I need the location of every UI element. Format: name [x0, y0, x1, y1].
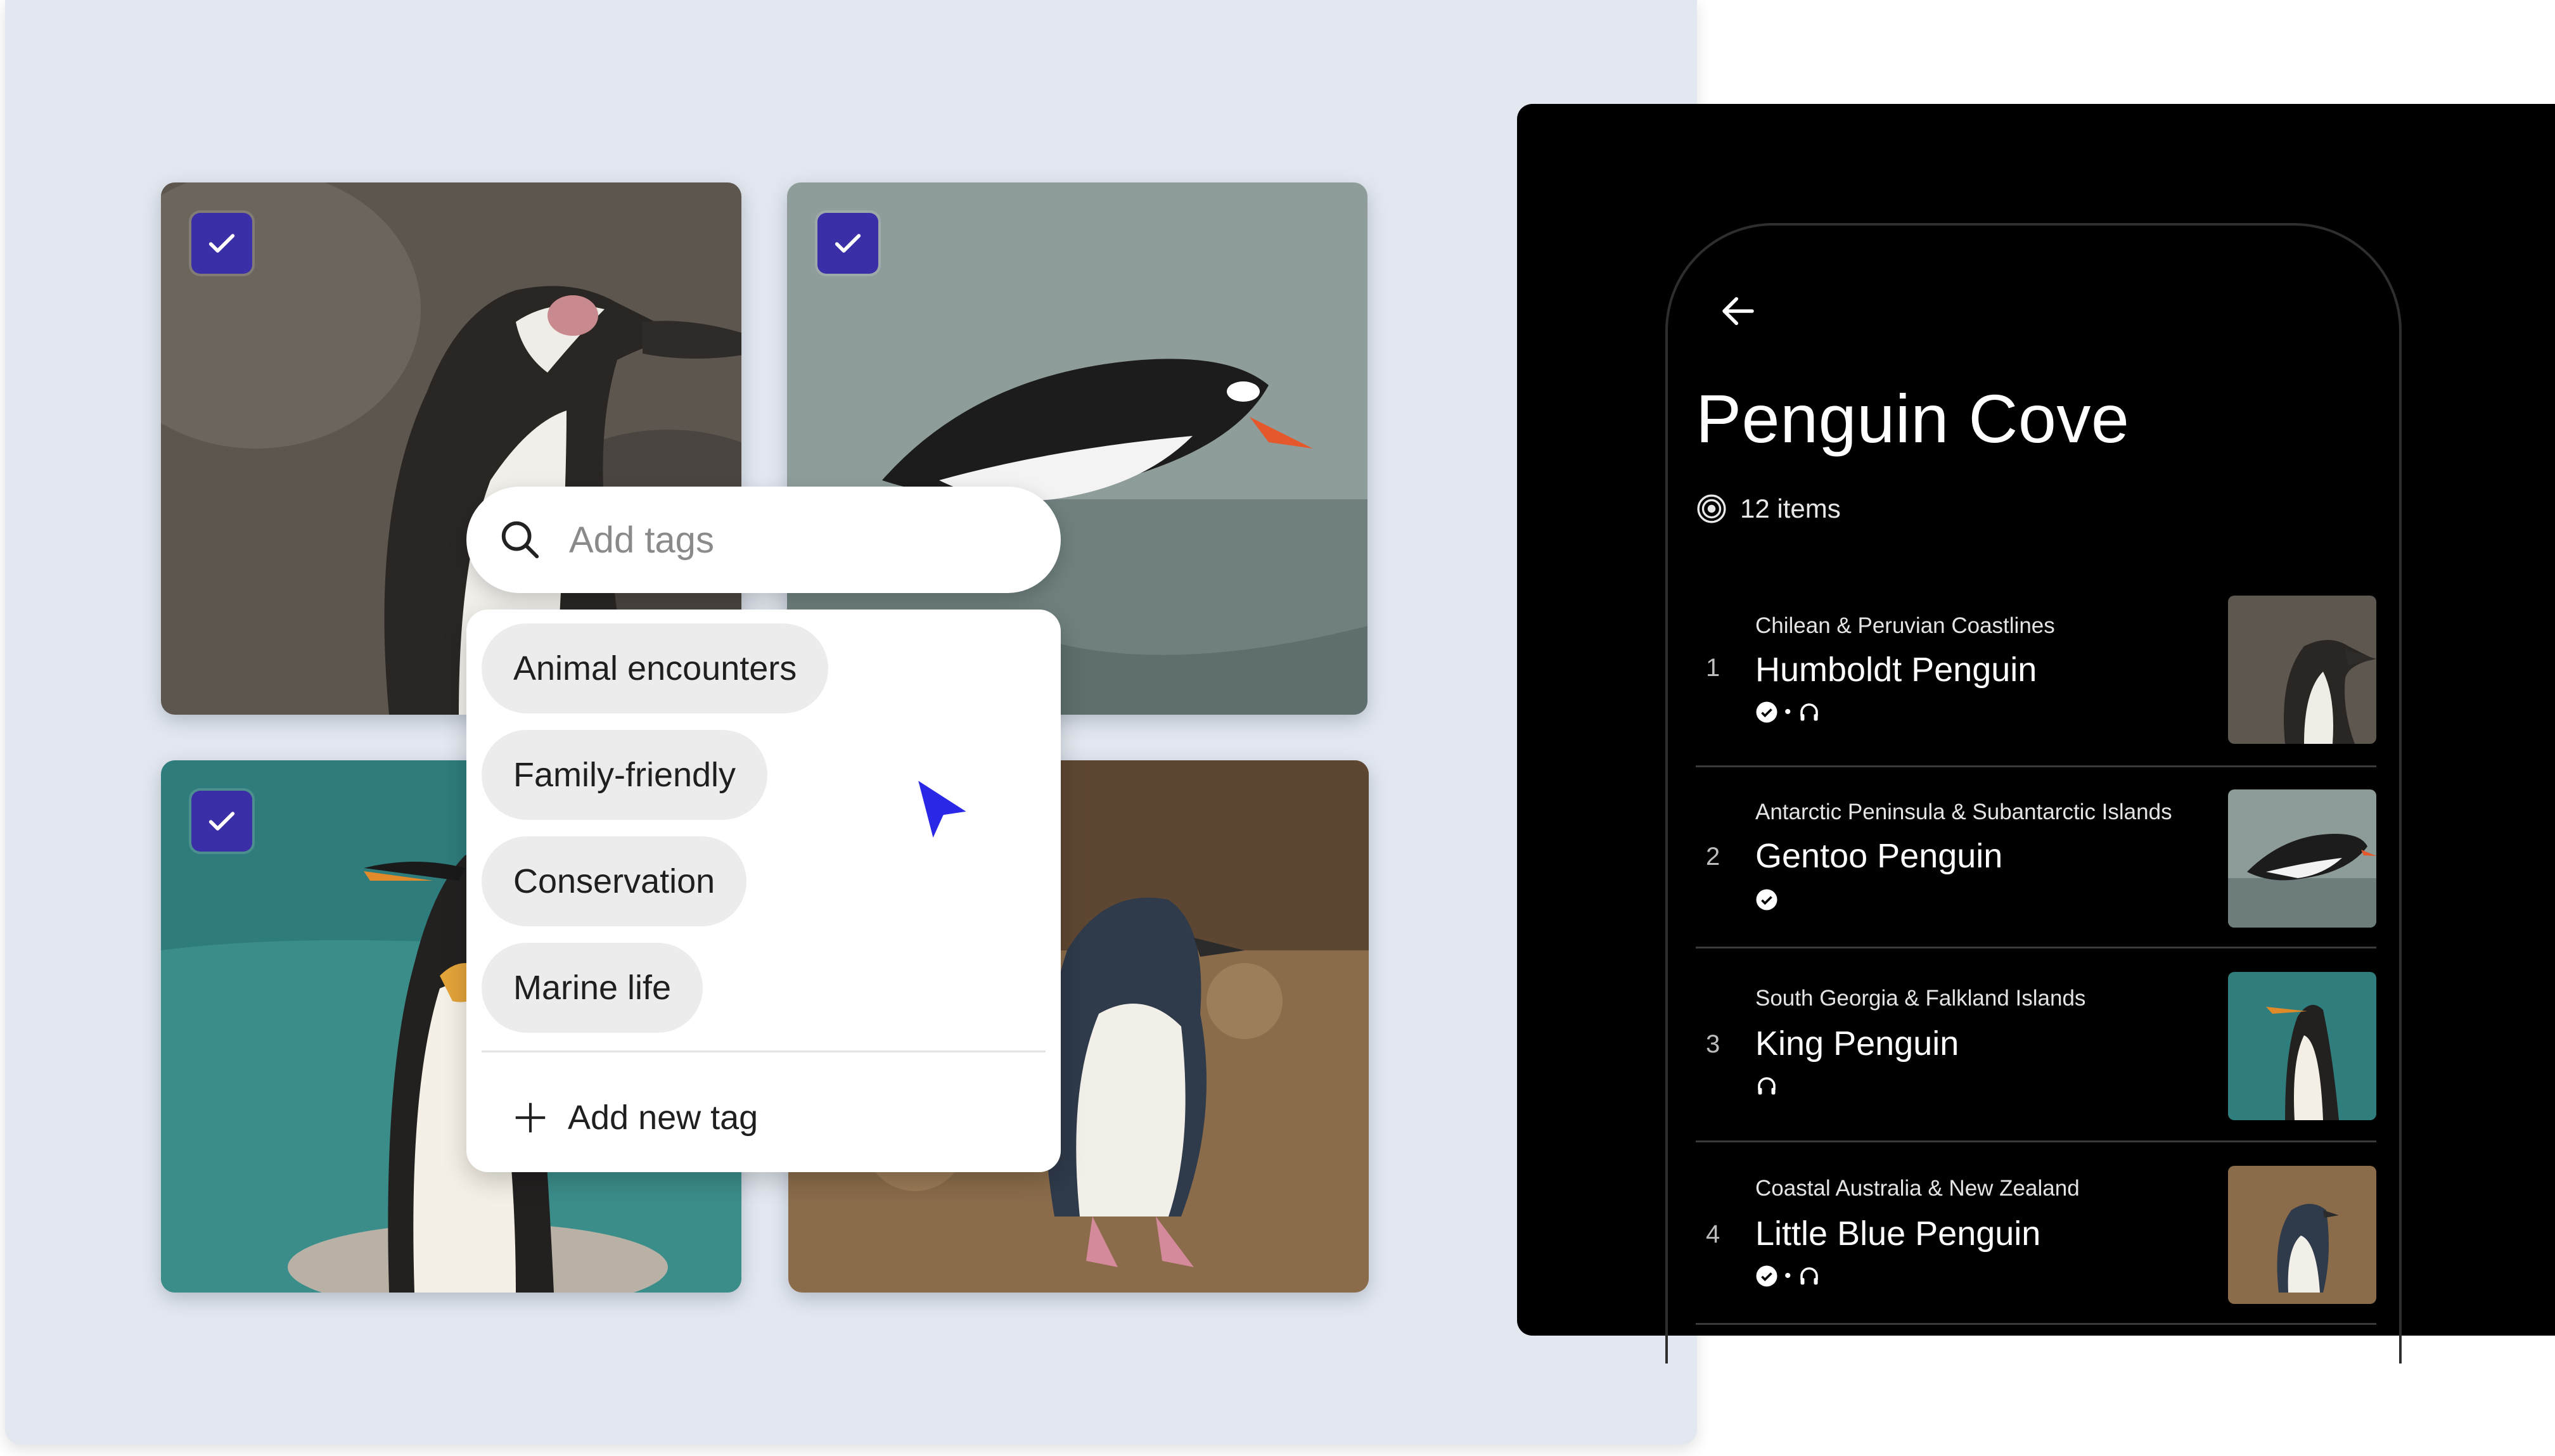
add-new-tag-label: Add new tag — [568, 1099, 759, 1137]
item-thumbnail — [2228, 1166, 2376, 1304]
photo-select-checkbox-2[interactable] — [817, 213, 878, 274]
item-number: 4 — [1706, 1220, 1720, 1248]
check-icon — [208, 812, 235, 831]
item-number: 3 — [1706, 1030, 1720, 1058]
headphones-icon — [1800, 1267, 1818, 1285]
photo-select-checkbox-1[interactable] — [191, 213, 252, 274]
list-item[interactable]: 1 Chilean & Peruvian Coastlines Humboldt… — [1696, 596, 2376, 767]
item-region: Antarctic Peninsula & Subantarctic Islan… — [1755, 800, 2172, 824]
item-region: Chilean & Peruvian Coastlines — [1755, 613, 2055, 638]
item-name: Humboldt Penguin — [1755, 651, 2037, 689]
item-number: 2 — [1706, 843, 1720, 871]
tag-chip-animal-encounters[interactable]: Animal encounters — [482, 623, 829, 713]
item-thumbnail — [2228, 972, 2376, 1120]
add-new-tag-button[interactable]: Add new tag — [511, 1092, 758, 1143]
photo-select-checkbox-3[interactable] — [191, 791, 252, 852]
list-item[interactable]: 2 Antarctic Peninsula & Subantarctic Isl… — [1696, 789, 2376, 948]
tag-chip-conservation[interactable]: Conservation — [482, 836, 747, 926]
collection-title: Penguin Cove — [1696, 380, 2130, 457]
collection-meta: 12 items — [1696, 493, 1841, 525]
dot-separator: • — [1784, 701, 1791, 722]
verified-icon — [1756, 701, 1777, 723]
check-icon — [835, 234, 861, 253]
item-thumbnail — [2228, 789, 2376, 928]
item-name: King Penguin — [1755, 1025, 1959, 1063]
dropdown-divider — [482, 1050, 1046, 1052]
headphones-icon — [1800, 703, 1818, 721]
item-icons: • — [1755, 701, 1821, 724]
arrow-left-icon — [1722, 297, 1754, 325]
row-divider — [1696, 1323, 2376, 1325]
item-region: Coastal Australia & New Zealand — [1755, 1176, 2080, 1201]
item-icons — [1755, 888, 1778, 911]
item-number: 1 — [1706, 654, 1720, 682]
search-icon — [501, 521, 539, 559]
plus-icon — [515, 1102, 546, 1133]
check-icon — [208, 234, 235, 253]
tag-chip-family-friendly[interactable]: Family-friendly — [482, 730, 768, 820]
target-icon — [1697, 494, 1726, 523]
tag-chip-marine-life[interactable]: Marine life — [482, 943, 703, 1033]
verified-icon — [1756, 1265, 1777, 1287]
mouse-pointer-icon — [911, 776, 975, 848]
item-region: South Georgia & Falkland Islands — [1755, 986, 2086, 1011]
add-tags-search-bar[interactable] — [466, 487, 1061, 593]
add-tags-input[interactable] — [568, 518, 976, 562]
back-arrow-button[interactable] — [1717, 290, 1759, 335]
verified-icon — [1756, 889, 1777, 910]
headphones-icon — [1758, 1077, 1776, 1095]
row-divider — [1696, 947, 2376, 948]
dot-separator: • — [1784, 1265, 1791, 1286]
item-icons — [1755, 1075, 1778, 1097]
row-divider — [1696, 1140, 2376, 1142]
item-name: Little Blue Penguin — [1755, 1215, 2041, 1253]
tag-suggestions-dropdown: Animal encounters Family-friendly Conser… — [466, 610, 1061, 1172]
item-count: 12 items — [1740, 494, 1841, 523]
list-item[interactable]: 4 Coastal Australia & New Zealand Little… — [1696, 1166, 2376, 1332]
item-thumbnail — [2228, 596, 2376, 744]
list-item[interactable]: 3 South Georgia & Falkland Islands King … — [1696, 972, 2376, 1142]
row-divider — [1696, 765, 2376, 767]
item-icons: • — [1755, 1265, 1821, 1287]
item-name: Gentoo Penguin — [1755, 837, 2003, 875]
